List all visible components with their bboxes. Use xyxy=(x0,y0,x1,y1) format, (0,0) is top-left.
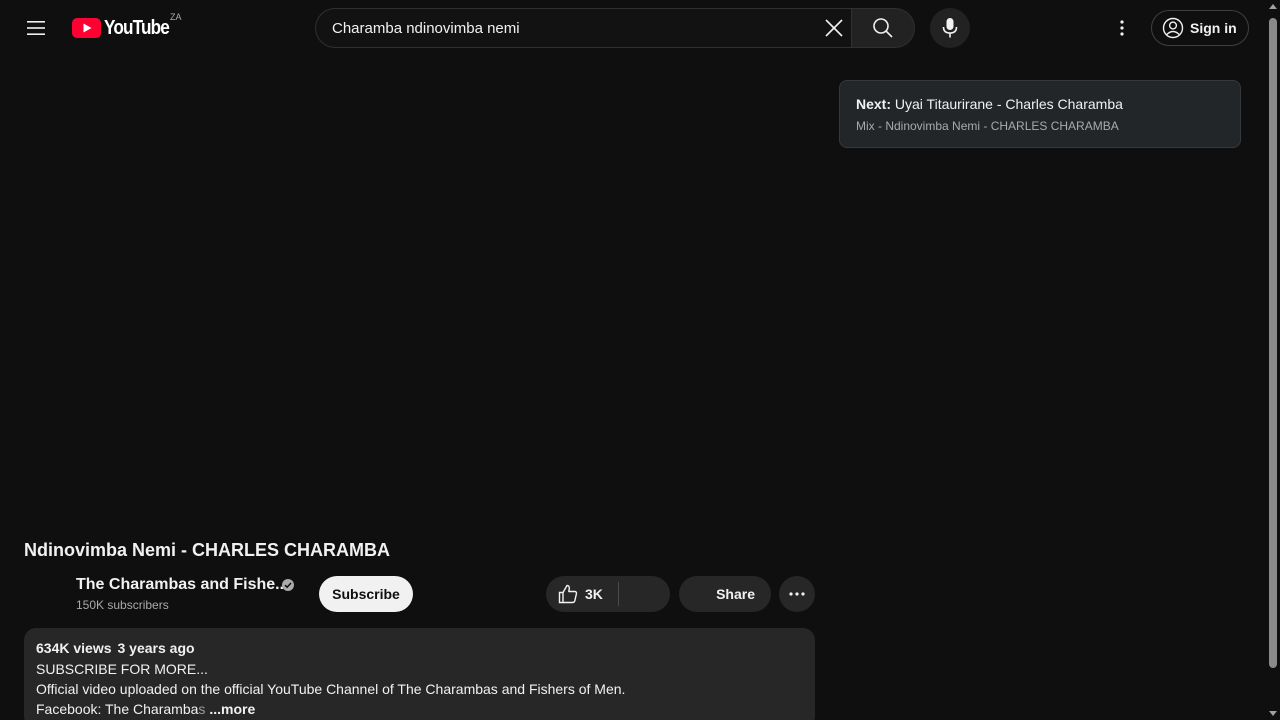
scroll-thumb[interactable] xyxy=(1269,18,1277,668)
like-count: 3K xyxy=(585,586,603,602)
show-more-button[interactable]: ...more xyxy=(209,701,255,717)
more-horiz-icon xyxy=(789,592,805,596)
youtube-watch-page: YouTube ZA Charamba ndinovimba nemi Sign… xyxy=(0,0,1280,720)
description-box[interactable]: 634K views 3 years ago SUBSCRIBE FOR MORE… xyxy=(24,628,815,720)
share-label: Share xyxy=(716,586,755,602)
youtube-logo[interactable]: YouTube ZA xyxy=(72,12,182,42)
scroll-up-arrow[interactable] xyxy=(1269,4,1277,9)
description-line-3-text: Facebook: The Charamba xyxy=(36,701,199,717)
country-code: ZA xyxy=(170,12,182,22)
video-player[interactable] xyxy=(24,80,816,526)
description-line-3: Facebook: The Charambas ...more xyxy=(36,701,255,717)
description-meta: 634K views 3 years ago xyxy=(36,640,195,656)
dislike-button[interactable] xyxy=(619,576,670,612)
voice-search-button[interactable] xyxy=(930,8,970,48)
subscriber-count: 150K subscribers xyxy=(76,598,169,612)
subscribe-button[interactable]: Subscribe xyxy=(319,576,413,612)
description-line-2: Official video uploaded on the official … xyxy=(36,681,626,697)
scroll-down-arrow[interactable] xyxy=(1269,711,1277,716)
description-line-3-fade: s xyxy=(198,701,206,717)
thumb-up-icon xyxy=(558,584,578,604)
upload-age: 3 years ago xyxy=(117,640,195,656)
clear-icon xyxy=(825,19,843,37)
search-input[interactable] xyxy=(332,9,812,47)
settings-menu-button[interactable] xyxy=(1106,12,1138,44)
search-box xyxy=(315,8,851,48)
video-title: Ndinovimba Nemi - CHARLES CHARAMBA xyxy=(24,540,391,560)
more-vert-icon xyxy=(1120,20,1124,36)
description-line-1: SUBSCRIBE FOR MORE... xyxy=(36,661,208,677)
view-count: 634K views xyxy=(36,640,112,656)
page-scrollbar[interactable] xyxy=(1266,0,1280,720)
share-button[interactable]: Share xyxy=(679,576,771,612)
clear-search-button[interactable] xyxy=(818,12,850,44)
up-next-title: Uyai Titaurirane - Charles Charamba xyxy=(894,96,1123,112)
like-dislike-group: 3K xyxy=(546,576,670,612)
up-next-prefix: Next: xyxy=(856,96,892,112)
channel-avatar[interactable] xyxy=(24,574,64,614)
account-icon xyxy=(1162,17,1184,39)
verified-icon xyxy=(282,579,294,591)
youtube-play-icon xyxy=(72,18,101,38)
menu-button[interactable] xyxy=(20,12,52,44)
mic-icon xyxy=(942,18,958,38)
search-icon xyxy=(873,18,893,38)
sign-in-label: Sign in xyxy=(1190,20,1237,36)
search-button[interactable] xyxy=(851,8,915,48)
more-actions-button[interactable] xyxy=(779,576,815,612)
channel-name[interactable]: The Charambas and Fishe... xyxy=(76,576,289,594)
up-next-playlist: Mix - Ndinovimba Nemi - CHARLES CHARAMBA xyxy=(856,119,1119,133)
logo-wordmark: YouTube xyxy=(104,17,170,39)
like-button[interactable]: 3K xyxy=(546,576,618,612)
masthead: YouTube ZA Charamba ndinovimba nemi Sign… xyxy=(0,0,1266,56)
menu-icon xyxy=(27,21,45,35)
up-next-card[interactable]: Next: Uyai Titaurirane - Charles Charamb… xyxy=(839,80,1241,148)
sign-in-button[interactable]: Sign in xyxy=(1151,10,1249,46)
up-next-title-line: Next: Uyai Titaurirane - Charles Charamb… xyxy=(856,96,1123,112)
